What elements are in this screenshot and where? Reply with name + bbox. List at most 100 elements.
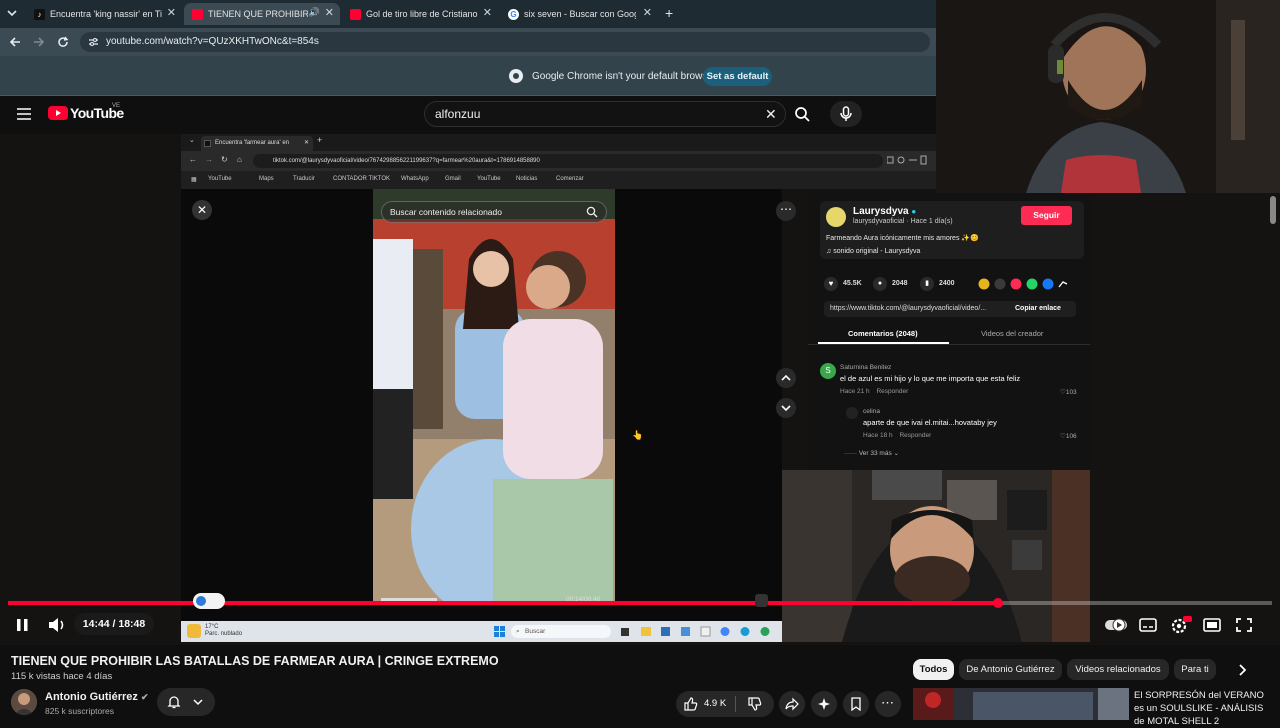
share-button[interactable] xyxy=(779,691,805,717)
close-tab-icon[interactable]: ✕ xyxy=(325,6,334,19)
url-field[interactable]: youtube.com/watch?v=QUzXKHTwONc&t=854s xyxy=(80,32,930,52)
settings-gear-icon[interactable] xyxy=(1167,614,1193,636)
bookmark: YouTube xyxy=(477,176,501,182)
divider xyxy=(808,344,1090,345)
recommended-video-title[interactable]: El SORPRESÓN del VERANO es un SOULSLIKE … xyxy=(1134,689,1274,728)
close-tab-icon[interactable]: ✕ xyxy=(483,6,492,19)
search-button[interactable] xyxy=(786,101,818,127)
browser-tab-youtube-active[interactable]: TIENEN QUE PROHIBIR LAS BAT 🔊 ✕ xyxy=(184,3,340,25)
share-arrow-icon xyxy=(785,697,799,711)
commenter-avatar[interactable]: S xyxy=(820,363,836,379)
tab-title: six seven - Buscar con Google xyxy=(524,9,636,19)
tab-comments[interactable]: Comentarios (2048) xyxy=(848,329,918,338)
weather-temp: 17°C xyxy=(205,624,219,630)
comment-author[interactable]: celina xyxy=(863,408,880,415)
ask-ai-button[interactable] xyxy=(811,691,837,717)
tiktok-search-input[interactable]: Buscar contenido relacionado xyxy=(381,201,607,223)
theater-mode-icon[interactable] xyxy=(1199,614,1225,636)
bell-icon xyxy=(167,695,181,709)
share-url-text: https://www.tiktok.com/@laurysdyvaoficia… xyxy=(830,305,987,312)
like-heart-icon[interactable]: ♥ xyxy=(824,277,838,291)
reload-icon[interactable] xyxy=(57,36,69,48)
close-tab-icon[interactable]: ✕ xyxy=(167,6,176,19)
pause-icon[interactable] xyxy=(10,614,36,636)
follow-button[interactable]: Seguir xyxy=(1021,206,1072,225)
home-icon: ⌂ xyxy=(237,155,242,164)
save-to-playlist-button[interactable] xyxy=(843,691,869,717)
tiktok-video-frame[interactable] xyxy=(373,189,615,605)
inner-tab-title: Encuentra 'farmear aura' en xyxy=(215,140,289,146)
set-as-default-button[interactable]: Set as default xyxy=(703,67,772,86)
close-tab-icon[interactable]: ✕ xyxy=(643,6,652,19)
channel-avatar[interactable] xyxy=(11,689,37,715)
back-arrow-icon[interactable] xyxy=(9,36,21,48)
browser-tab-cristiano[interactable]: Gol de tiro libre de Cristiano Ronaldo ✕ xyxy=(342,3,498,25)
comment-meta: Hace 18 h Responder xyxy=(863,432,931,439)
chip-for-you[interactable]: Para ti xyxy=(1174,659,1216,680)
progress-scrubber-handle[interactable] xyxy=(993,598,1003,608)
share-icons-row[interactable] xyxy=(978,278,1070,290)
video-meta[interactable]: 115 k vistas hace 4 días xyxy=(11,671,112,682)
more-options-icon[interactable]: ⋯ xyxy=(776,201,796,221)
volume-icon[interactable] xyxy=(44,614,70,636)
comment-bubble-icon[interactable]: ● xyxy=(873,277,887,291)
subscriber-count: 825 k suscriptores xyxy=(45,706,114,716)
comment-time: Hace 21 h xyxy=(840,388,870,395)
chips-next-chevron-icon[interactable] xyxy=(1235,662,1249,678)
fullscreen-icon[interactable] xyxy=(1231,614,1257,636)
recommended-video-thumbnail[interactable] xyxy=(913,688,1129,720)
clear-search-icon[interactable]: ✕ xyxy=(765,102,777,126)
comment-likes[interactable]: ♡103 xyxy=(1060,388,1077,396)
youtube-logo-icon[interactable] xyxy=(48,106,68,120)
inner-tab: Encuentra 'farmear aura' en ✕ xyxy=(201,136,313,151)
thumbs-up-icon[interactable] xyxy=(684,697,698,711)
autoplay-toggle[interactable] xyxy=(1103,614,1129,636)
save-count: 2400 xyxy=(939,280,955,287)
bookmark-icon xyxy=(850,697,862,711)
copy-link-button[interactable]: Copiar enlace xyxy=(1015,301,1061,317)
windows-start-icon xyxy=(494,626,505,637)
youtube-search-input[interactable]: alfonzuu ✕ xyxy=(424,101,786,127)
comment-author[interactable]: Saturnina Benitez xyxy=(840,364,891,371)
next-video-icon[interactable] xyxy=(776,398,796,418)
commenter-avatar[interactable] xyxy=(846,407,858,419)
browser-tab-google[interactable]: G six seven - Buscar con Google ✕ xyxy=(500,3,658,25)
bookmark-icon[interactable]: ▮ xyxy=(920,277,934,291)
thumbs-down-icon[interactable] xyxy=(748,697,762,711)
more-dots-icon: ⋯ xyxy=(881,695,894,710)
chip-from-channel[interactable]: De Antonio Gutiérrez xyxy=(959,659,1062,680)
inner-url: tiktok.com/@laurysdyvaoficial/video/7674… xyxy=(273,158,540,164)
channel-name[interactable]: Antonio Gutiérrez ✔ xyxy=(45,691,149,703)
creator-username[interactable]: Laurysdyva ● xyxy=(853,206,916,217)
share-url-field[interactable]: https://www.tiktok.com/@laurysdyvaoficia… xyxy=(824,301,1076,317)
site-info-icon[interactable] xyxy=(88,37,99,47)
chip-all[interactable]: Todos xyxy=(913,659,954,680)
notification-bell-button[interactable] xyxy=(157,688,215,716)
subtitles-icon[interactable] xyxy=(1135,614,1161,636)
new-tab-icon[interactable]: + xyxy=(665,5,673,21)
view-more-replies[interactable]: —— Ver 33 más ⌄ xyxy=(844,449,899,457)
search-icon[interactable] xyxy=(586,206,598,218)
comment-count: 2048 xyxy=(892,280,908,287)
voice-search-mic-icon[interactable] xyxy=(830,101,862,127)
creator-avatar[interactable] xyxy=(826,207,846,227)
reply-button[interactable]: Responder xyxy=(876,388,908,395)
previous-video-icon[interactable] xyxy=(776,368,796,388)
tab-search-chevron-icon[interactable] xyxy=(6,7,18,19)
sound-row[interactable]: ♫ sonido original - Laurysdyva xyxy=(826,248,920,255)
progress-bar-played xyxy=(8,601,998,605)
chip-related[interactable]: Videos relacionados xyxy=(1067,659,1169,680)
inner-chevron-icon: ⌄ xyxy=(189,137,195,144)
page-scrollbar-thumb[interactable] xyxy=(1270,196,1276,224)
hamburger-menu-icon[interactable] xyxy=(17,108,31,120)
browser-tab-tiktok[interactable]: ♪ Encuentra 'king nassir' en TikTok ✕ xyxy=(26,3,182,25)
tab-creator-videos[interactable]: Videos del creador xyxy=(981,329,1043,338)
close-video-icon[interactable]: ✕ xyxy=(192,200,212,220)
forward-arrow-icon[interactable] xyxy=(33,36,45,48)
inner-browser-tabs: ⌄ Encuentra 'farmear aura' en ✕ + xyxy=(181,134,936,151)
more-actions-button[interactable]: ⋯ xyxy=(875,691,901,717)
video-title: TIENEN QUE PROHIBIR LAS BATALLAS DE FARM… xyxy=(11,654,499,668)
comment-likes[interactable]: ♡106 xyxy=(1060,432,1077,440)
reply-button[interactable]: Responder xyxy=(899,432,931,439)
audio-playing-icon[interactable]: 🔊 xyxy=(309,7,320,18)
